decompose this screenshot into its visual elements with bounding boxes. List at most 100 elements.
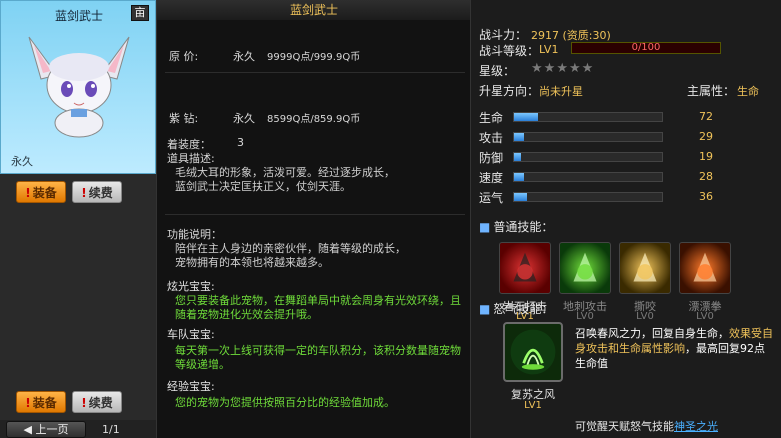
price-duration: 永久 — [233, 112, 255, 125]
awaken-text: 可觉醒天赋怒气技能 — [575, 420, 674, 433]
awaken-line: 可觉醒天赋怒气技能神圣之光 — [575, 418, 718, 434]
stat-value: 28 — [699, 170, 713, 183]
bullet-icon: ■ — [479, 220, 491, 234]
skill-icon[interactable] — [559, 242, 611, 294]
section-title: 经验宝宝: — [167, 380, 215, 393]
equip-level-value: 3 — [237, 136, 244, 149]
stat-label: 防御 — [479, 151, 504, 165]
stat-bar-fill — [514, 113, 538, 121]
skill-art-icon — [693, 252, 717, 282]
pet-card[interactable]: 蓝剑武士 亩 永久 — [0, 0, 156, 174]
price-duration: 永久 — [233, 50, 255, 63]
item-desc-label: 道具描述: — [167, 152, 215, 165]
upgrade-direction-label: 升星方向： — [479, 84, 540, 98]
skill-art-icon — [633, 252, 657, 282]
star-rating: ★★★★★ — [531, 61, 594, 76]
stat-value: 72 — [699, 110, 713, 123]
equip-label: 装备 — [32, 186, 57, 200]
skill-level: LV0 — [696, 311, 714, 322]
normal-skills-heading: ■ 普通技能： — [479, 218, 553, 235]
price-amount: 9999Q点/999.9Q币 — [267, 52, 361, 63]
section-title: 车队宝宝: — [167, 328, 215, 341]
renew-button[interactable]: ! 续费 — [72, 391, 122, 413]
skill-icon[interactable] — [619, 242, 671, 294]
function-label: 功能说明： — [167, 228, 222, 241]
stat-label: 生命 — [479, 111, 504, 125]
stat-row: 运气 36 — [479, 190, 779, 205]
stat-label: 攻击 — [479, 131, 504, 145]
renew-label: 续费 — [88, 186, 113, 200]
item-title: 蓝剑武士 — [157, 0, 471, 20]
wind-swirl-icon — [510, 329, 556, 375]
equip-label: 装备 — [32, 396, 57, 410]
divider — [165, 72, 465, 73]
skill-art-icon — [573, 252, 597, 282]
level-progress-text: 0/100 — [631, 42, 661, 53]
awaken-skill-link[interactable]: 神圣之光 — [674, 420, 718, 433]
rage-desc-part: 召唤春风之力，回复自身生命， — [575, 327, 729, 340]
renew-label: 续费 — [88, 396, 113, 410]
divider — [165, 214, 465, 215]
skill-icon[interactable] — [499, 242, 551, 294]
price-amount: 8599Q点/859.9Q币 — [267, 114, 361, 125]
skill-level: LV0 — [576, 311, 594, 322]
function-desc-text: 陪伴在主人身边的亲密伙伴，随着等级的成长，宠物拥有的本领也将越来越多。 — [175, 242, 406, 269]
stat-bar — [513, 132, 663, 142]
star-icon: ★ — [543, 61, 557, 76]
stat-value: 19 — [699, 150, 713, 163]
stat-row: 攻击 29 — [479, 130, 779, 145]
stat-value: 29 — [699, 130, 713, 143]
stat-bar — [513, 192, 663, 202]
bullet-icon: ■ — [479, 302, 491, 316]
prev-page-label: 上一页 — [35, 423, 69, 436]
rage-skill-desc: 召唤春风之力，回复自身生命，效果受自身攻击和生命属性影响，最高回复92点生命值 — [575, 326, 775, 371]
exclamation-icon: ! — [25, 396, 31, 410]
rage-skills-label: 怒气技能： — [493, 302, 554, 316]
stat-row: 速度 28 — [479, 170, 779, 185]
exclamation-icon: ! — [81, 186, 87, 200]
price-label: 原 价: — [169, 50, 199, 63]
stat-row: 生命 72 — [479, 110, 779, 125]
stat-bar — [513, 172, 663, 182]
power-label: 战斗力： — [479, 28, 528, 42]
equip-button[interactable]: ! 装备 — [16, 391, 66, 413]
star-icon: ★ — [568, 61, 582, 76]
item-desc-text: 毛绒大耳的形象，活泼可爱。经过逐步成长，蓝剑武士决定匡扶正义，仗剑天涯。 — [175, 166, 395, 193]
stat-bar — [513, 152, 663, 162]
exclamation-icon: ! — [81, 396, 87, 410]
pager: ◀ 上一页 1/1 — [0, 420, 156, 438]
stat-row: 防御 19 — [479, 150, 779, 165]
rage-skills-heading: ■ 怒气技能： — [479, 300, 553, 317]
calendar-icon[interactable]: 亩 — [131, 5, 149, 21]
rage-skill-icon[interactable] — [503, 322, 563, 382]
rage-skill-level: LV1 — [524, 400, 542, 411]
renew-button[interactable]: ! 续费 — [72, 181, 122, 203]
stat-bar-fill — [514, 193, 528, 201]
skill-art-icon — [513, 252, 537, 282]
star-icon: ★ — [556, 61, 569, 76]
stat-bar-fill — [514, 173, 525, 181]
section-title: 炫光宝宝: — [167, 280, 215, 293]
pet-duration: 永久 — [11, 155, 33, 168]
page-number: 1/1 — [102, 423, 120, 436]
upgrade-direction-value: 尚未升星 — [539, 85, 583, 98]
item-detail-panel: 蓝剑武士 原 价: 永久 9999Q点/999.9Q币 紫 钻: 永久 8599… — [156, 0, 471, 438]
equip-button[interactable]: ! 装备 — [16, 181, 66, 203]
level-progress-bar: 0/100 — [571, 42, 721, 54]
normal-skills-label: 普通技能： — [493, 220, 554, 234]
stat-bar-fill — [514, 153, 522, 161]
section-text: 您只要装备此宠物，在舞蹈单局中就会周身有光效环绕，且随着宠物进化光效会提升哦。 — [175, 294, 461, 321]
skill-level: LV0 — [636, 311, 654, 322]
power-value: 2917 (资质:30) — [531, 29, 611, 42]
button-row-bottom: ! 装备 ! 续费 — [16, 391, 146, 413]
battle-level-value: LV1 — [539, 43, 559, 56]
exclamation-icon: ! — [25, 186, 31, 200]
main-attribute-value: 生命 — [737, 85, 759, 98]
button-row-top: ! 装备 ! 续费 — [16, 181, 146, 203]
skill-icon[interactable] — [679, 242, 731, 294]
pet-avatar — [28, 36, 130, 138]
main-attribute-label: 主属性： — [687, 84, 736, 98]
prev-page-button[interactable]: ◀ 上一页 — [6, 421, 86, 438]
star-label: 星级： — [479, 64, 516, 78]
section-text: 每天第一次上线可获得一定的车队积分，该积分数量随宠物等级递增。 — [175, 344, 461, 371]
